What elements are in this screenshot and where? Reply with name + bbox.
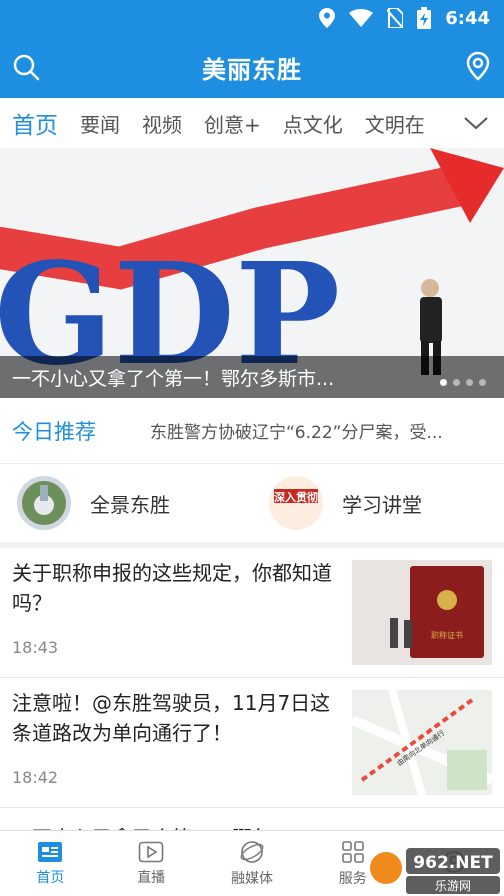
- banner-caption: 一不小心又拿了个第一！鄂尔多斯市...: [12, 367, 335, 390]
- banner-carousel[interactable]: GDP 一不小心又拿了个第一！鄂尔多斯市...: [0, 148, 504, 398]
- tab-home[interactable]: 首页: [12, 106, 58, 140]
- live-icon: [138, 841, 164, 862]
- news-time: 18:43: [12, 638, 59, 657]
- recommend-label: 今日推荐: [12, 419, 96, 444]
- news-item[interactable]: 注意啦！@东胜驾驶员，11月7日这条道路改为单向通行了！ 18:42 由南向北单…: [0, 678, 504, 808]
- tab-culture[interactable]: 点文化: [283, 109, 343, 138]
- panorama-icon: [16, 475, 72, 531]
- news-time: 18:42: [12, 768, 59, 787]
- app-header: 美丽东胜: [0, 36, 504, 98]
- news-thumbnail: 职称证书: [352, 560, 492, 665]
- news-headline: 关于职称申报的这些规定，你都知道吗？: [12, 561, 332, 615]
- banner-caption-bar: 一不小心又拿了个第一！鄂尔多斯市...: [0, 356, 504, 398]
- status-time: 6:44: [445, 7, 490, 29]
- tab-creative[interactable]: 创意+: [204, 109, 261, 138]
- search-icon[interactable]: [12, 53, 40, 85]
- news-item[interactable]: 关于职称申报的这些规定，你都知道吗？ 18:43 职称证书: [0, 548, 504, 678]
- battery-charging-icon: [417, 7, 432, 29]
- watermark-subtext: 乐游网: [435, 879, 471, 893]
- today-recommend[interactable]: 今日推荐 东胜警方协破辽宁“6.22”分尸案，受...: [0, 398, 504, 464]
- tabs-expand-button[interactable]: [448, 98, 504, 148]
- carousel-dot: [440, 379, 447, 386]
- tab-civilization[interactable]: 文明在: [365, 109, 425, 138]
- nav-label: 首页: [36, 869, 65, 886]
- study-hall-icon: 深入贯彻: [268, 475, 324, 531]
- location-icon: [319, 8, 336, 28]
- carousel-dot: [466, 379, 473, 386]
- site-watermark: 962.NET 乐游网: [370, 848, 500, 894]
- nav-media[interactable]: 融媒体: [202, 831, 303, 896]
- nav-label: 直播: [137, 869, 166, 886]
- news-headline: 注意啦！@东胜驾驶员，11月7日这条道路改为单向通行了！: [12, 691, 331, 745]
- news-thumbnail: 由南向北单向通行: [352, 690, 492, 795]
- shortcut-study-hall[interactable]: 深入贯彻 学习讲堂: [252, 475, 504, 531]
- home-icon: [38, 841, 63, 862]
- nav-home[interactable]: 首页: [0, 831, 101, 896]
- nav-label: 服务: [338, 870, 367, 887]
- no-sim-icon: [387, 8, 404, 28]
- services-icon: [341, 840, 364, 863]
- shortcut-label: 学习讲堂: [342, 492, 422, 517]
- nav-live[interactable]: 直播: [101, 831, 202, 896]
- watermark-text: 962.NET: [413, 853, 493, 873]
- app-title: 美丽东胜: [202, 55, 302, 84]
- shortcut-row: 全景东胜 深入贯彻 学习讲堂: [0, 464, 504, 548]
- chevron-down-icon: [464, 117, 488, 130]
- category-tabs: 首页 要闻 视频 创意+ 点文化 文明在: [0, 98, 504, 148]
- carousel-dot: [479, 379, 486, 386]
- location-pin-icon[interactable]: [466, 51, 490, 85]
- shortcut-label: 全景东胜: [90, 492, 170, 517]
- shortcut-panorama[interactable]: 全景东胜: [0, 475, 252, 531]
- recommend-headline[interactable]: 东胜警方协破辽宁“6.22”分尸案，受...: [150, 418, 490, 443]
- tab-video[interactable]: 视频: [142, 109, 182, 138]
- thumb-certificate-text: 职称证书: [431, 630, 463, 640]
- status-bar: 6:44: [0, 0, 504, 36]
- media-icon: [240, 840, 264, 863]
- study-hall-icon-text: 深入贯彻: [274, 490, 318, 504]
- tab-news[interactable]: 要闻: [80, 109, 120, 138]
- wifi-icon: [349, 9, 374, 27]
- nav-label: 融媒体: [230, 870, 273, 887]
- carousel-indicator: [440, 379, 486, 386]
- carousel-dot: [453, 379, 460, 386]
